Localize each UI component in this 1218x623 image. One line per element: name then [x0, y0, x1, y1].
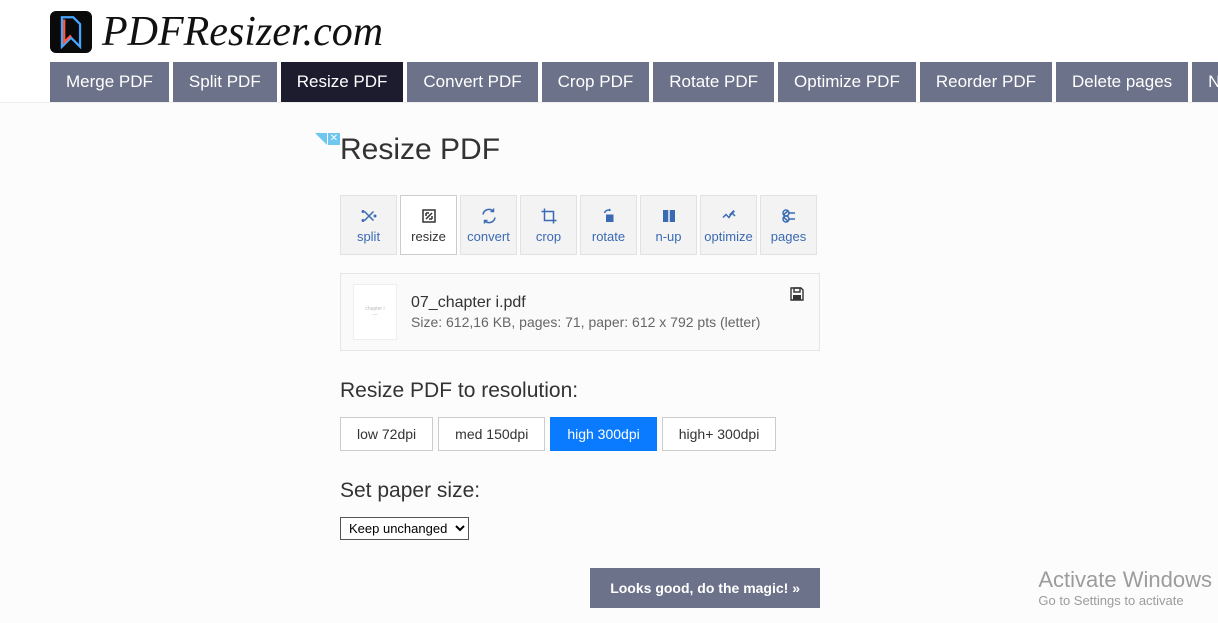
- op-rotate[interactable]: rotate: [580, 195, 637, 255]
- resolution-options: low 72dpimed 150dpihigh 300dpihigh+ 300d…: [340, 417, 820, 451]
- op-nup[interactable]: n-up: [640, 195, 697, 255]
- nav-optimize-pdf[interactable]: Optimize PDF: [778, 62, 916, 102]
- main-panel: Resize PDF split resize convert crop rotate n…: [340, 133, 820, 623]
- ad-close-icon[interactable]: ✕: [328, 133, 340, 145]
- resolution-low-72dpi[interactable]: low 72dpi: [340, 417, 433, 451]
- file-meta: Size: 612,16 KB, pages: 71, paper: 612 x…: [411, 314, 760, 330]
- watermark-title: Activate Windows: [1038, 567, 1212, 593]
- op-resize[interactable]: resize: [400, 195, 457, 255]
- operation-bar: split resize convert crop rotate n-up optimize…: [340, 195, 820, 255]
- ad-column: ✕: [50, 133, 340, 623]
- nav-rotate-pdf[interactable]: Rotate PDF: [653, 62, 774, 102]
- resolution-heading: Resize PDF to resolution:: [340, 379, 820, 403]
- page-title: Resize PDF: [340, 133, 820, 167]
- nav-split-pdf[interactable]: Split PDF: [173, 62, 277, 102]
- op-label: crop: [536, 229, 561, 244]
- op-label: optimize: [704, 229, 752, 244]
- op-crop[interactable]: crop: [520, 195, 577, 255]
- submit-button[interactable]: Looks good, do the magic! »: [590, 568, 820, 608]
- resolution-high-300dpi[interactable]: high 300dpi: [550, 417, 656, 451]
- nav-merge-pdf[interactable]: Merge PDF: [50, 62, 169, 102]
- op-split[interactable]: split: [340, 195, 397, 255]
- nav-resize-pdf[interactable]: Resize PDF: [281, 62, 404, 102]
- op-convert[interactable]: convert: [460, 195, 517, 255]
- op-label: pages: [771, 229, 806, 244]
- paper-size-select[interactable]: Keep unchanged: [340, 517, 469, 540]
- op-label: convert: [467, 229, 510, 244]
- nav-crop-pdf[interactable]: Crop PDF: [542, 62, 650, 102]
- nav-n-up[interactable]: N-UP: [1192, 62, 1218, 102]
- adchoices-icon[interactable]: [315, 133, 327, 145]
- pdf-thumbnail: chapter i—: [353, 284, 397, 340]
- ad-marker[interactable]: ✕: [315, 133, 340, 145]
- windows-watermark: Activate Windows Go to Settings to activ…: [1038, 567, 1212, 608]
- logo-icon[interactable]: [50, 11, 92, 53]
- op-optimize[interactable]: optimize: [700, 195, 757, 255]
- op-label: rotate: [592, 229, 625, 244]
- content: ✕ Resize PDF split resize convert crop rotat…: [0, 103, 1218, 623]
- brand-title[interactable]: PDFResizer.com: [102, 8, 383, 56]
- resolution-high+-300dpi[interactable]: high+ 300dpi: [662, 417, 777, 451]
- resolution-med-150dpi[interactable]: med 150dpi: [438, 417, 545, 451]
- op-label: n-up: [655, 229, 681, 244]
- file-text: 07_chapter i.pdf Size: 612,16 KB, pages:…: [411, 294, 760, 330]
- nav-reorder-pdf[interactable]: Reorder PDF: [920, 62, 1052, 102]
- nav-delete-pages[interactable]: Delete pages: [1056, 62, 1188, 102]
- paper-heading: Set paper size:: [340, 479, 820, 503]
- main-nav: Merge PDFSplit PDFResize PDFConvert PDFC…: [0, 62, 1218, 103]
- file-name: 07_chapter i.pdf: [411, 294, 760, 312]
- nav-convert-pdf[interactable]: Convert PDF: [407, 62, 537, 102]
- op-label: split: [357, 229, 380, 244]
- op-label: resize: [411, 229, 446, 244]
- save-icon[interactable]: [789, 286, 805, 307]
- watermark-sub: Go to Settings to activate: [1038, 593, 1212, 608]
- op-pages[interactable]: pages: [760, 195, 817, 255]
- header: PDFResizer.com: [0, 0, 1218, 62]
- file-info-box: chapter i— 07_chapter i.pdf Size: 612,16…: [340, 273, 820, 351]
